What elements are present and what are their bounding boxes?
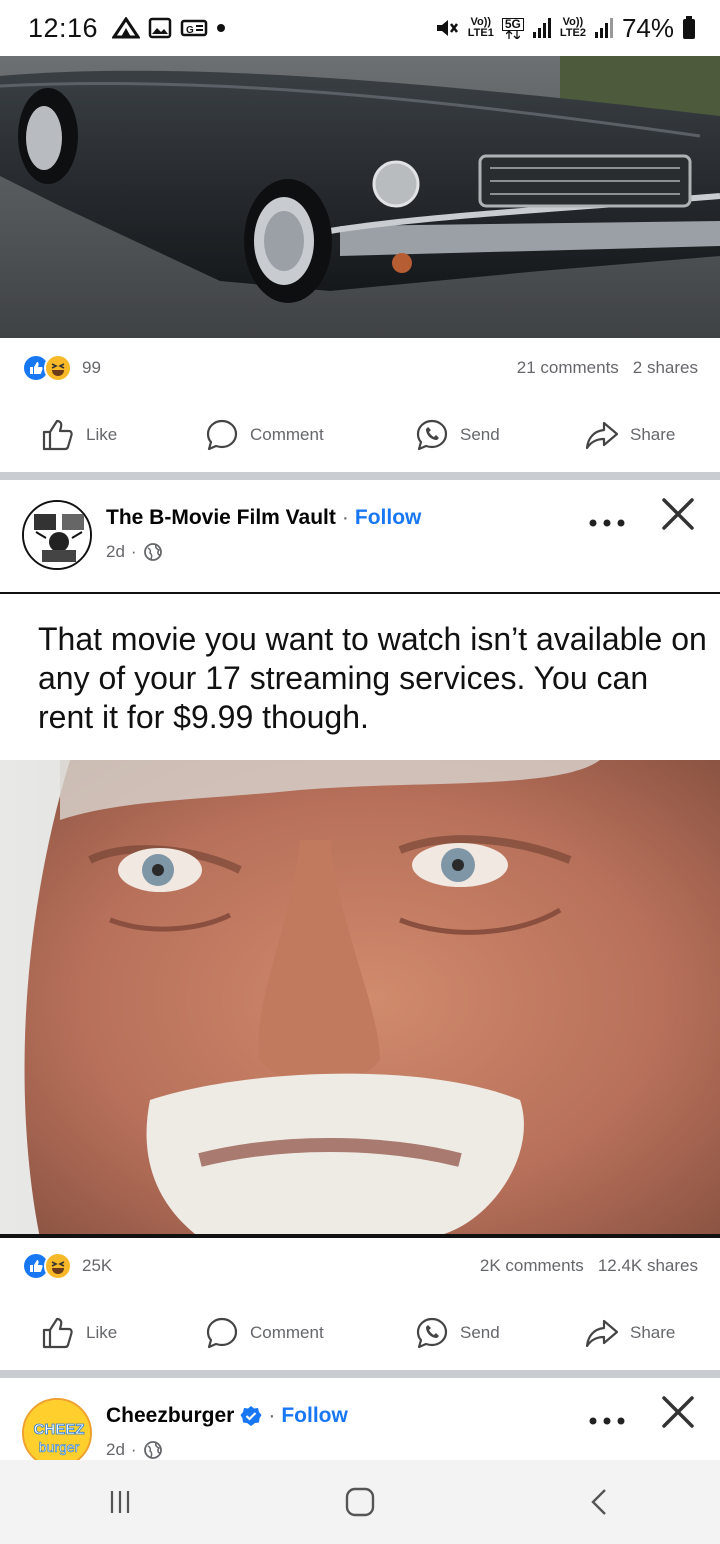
meme-caption: That movie you want to watch isn’t avail…	[38, 621, 707, 735]
post-divider	[0, 1370, 720, 1378]
post1-reaction-count: 99	[82, 358, 101, 377]
post1-share-label: Share	[630, 425, 676, 444]
gallery-icon	[148, 17, 172, 39]
post3-follow-button[interactable]: Follow	[281, 1404, 348, 1428]
post3-hide-button[interactable]	[658, 1392, 698, 1432]
post3-more-options-button[interactable]	[588, 1402, 626, 1433]
avatar-text-bottom: burger	[39, 1439, 80, 1455]
back-button[interactable]	[560, 1472, 640, 1532]
like-icon	[42, 419, 73, 451]
post1-like-label: Like	[86, 425, 118, 444]
post1-comment-label: Comment	[250, 425, 324, 444]
post2-like-label: Like	[86, 1323, 118, 1342]
lte2-label: LTE2	[559, 27, 586, 39]
back-icon	[591, 1489, 606, 1515]
share-icon	[585, 421, 619, 450]
haha-reaction-icon	[44, 1252, 72, 1280]
post3-avatar[interactable]: CHEEZ burger	[22, 1398, 92, 1468]
post2-reaction-count: 25K	[82, 1256, 113, 1275]
post2-dot-separator: ·	[341, 506, 349, 529]
post2-page-name[interactable]: The B-Movie Film Vault	[106, 506, 336, 530]
bmovie-logo-icon	[24, 502, 90, 568]
post2-comments-count[interactable]: 2K comments	[480, 1256, 584, 1276]
home-button[interactable]	[320, 1472, 400, 1532]
post2-follow-button[interactable]: Follow	[355, 506, 422, 530]
post1-reaction-icons[interactable]: 99	[22, 354, 101, 382]
close-icon	[662, 498, 694, 530]
mute-icon	[436, 20, 458, 36]
post2-hide-button[interactable]	[658, 494, 698, 534]
send-icon	[416, 419, 448, 451]
post3-dot-separator: ·	[268, 1404, 276, 1427]
share-icon	[585, 1319, 619, 1348]
post2-send-label: Send	[460, 1323, 500, 1342]
post2-shares-count[interactable]: 12.4K shares	[598, 1256, 698, 1276]
post2-meta-dot: ·	[130, 542, 137, 561]
comment-icon	[206, 1317, 238, 1349]
post3-meta-dot: ·	[130, 1440, 137, 1459]
like-icon	[42, 1317, 73, 1349]
status-time: 12:16	[28, 12, 99, 43]
post2-header: The B-Movie Film Vault · Follow 2d ·	[0, 480, 720, 590]
face-photo	[0, 760, 720, 1234]
5g-label: 5G	[501, 17, 524, 31]
send-icon	[416, 1317, 448, 1349]
post-divider	[0, 472, 720, 480]
close-icon	[662, 1396, 694, 1428]
post2-reactions-row: 25K 2K comments 12.4K shares	[0, 1236, 720, 1296]
post2-share-label: Share	[630, 1323, 676, 1342]
post1-actions-row: Like Comment Send Share	[0, 400, 720, 470]
svg-text:G: G	[186, 25, 194, 36]
post2-comment-button[interactable]: Comment	[204, 1315, 324, 1351]
home-icon	[345, 1487, 375, 1517]
meme-face-photo	[0, 760, 720, 1234]
recent-apps-icon	[110, 1491, 130, 1513]
notification-dot-icon	[217, 24, 226, 32]
post2-actions-row: Like Comment Send Share	[0, 1298, 720, 1368]
post3-page-name[interactable]: Cheezburger	[106, 1404, 234, 1428]
post2-reaction-icons[interactable]: 25K	[22, 1252, 112, 1280]
car-photo	[0, 56, 720, 338]
signal-icon-2	[594, 18, 613, 38]
post1-share-button[interactable]: Share	[584, 417, 675, 453]
post2-timestamp[interactable]: 2d	[106, 542, 125, 562]
status-bar: 12:16 G Vo)) LTE1 5G Vo)) LTE2 74%	[0, 0, 720, 56]
post2-avatar[interactable]	[22, 500, 92, 570]
lte1-label: LTE1	[467, 27, 494, 39]
post1-shares-count[interactable]: 2 shares	[633, 358, 698, 378]
post3-timestamp[interactable]: 2d	[106, 1440, 125, 1460]
post2-comment-label: Comment	[250, 1323, 324, 1342]
post2-like-button[interactable]: Like	[40, 1315, 117, 1351]
post-image-car[interactable]	[0, 56, 720, 338]
verified-badge-icon	[240, 1406, 262, 1426]
post2-more-options-button[interactable]	[588, 504, 626, 535]
avatar-text-top: CHEEZ	[34, 1421, 85, 1438]
system-nav-bar	[0, 1460, 720, 1544]
battery-icon	[683, 16, 695, 39]
post2-send-button[interactable]: Send	[414, 1315, 500, 1351]
post1-comments-count[interactable]: 21 comments	[517, 358, 619, 378]
recent-apps-button[interactable]	[80, 1472, 160, 1532]
cheezburger-logo-icon: CHEEZ burger	[24, 1400, 90, 1466]
post1-send-label: Send	[460, 425, 500, 444]
comment-icon	[206, 419, 238, 451]
more-icon	[589, 519, 625, 527]
alert-icon	[112, 17, 141, 39]
game-icon: G	[180, 19, 208, 37]
post1-like-button[interactable]: Like	[40, 417, 117, 453]
post1-reactions-row: 99 21 comments 2 shares	[0, 338, 720, 398]
data-arrows-icon	[505, 30, 520, 39]
signal-icon-1	[532, 18, 551, 38]
globe-icon	[143, 1441, 162, 1459]
post1-send-button[interactable]: Send	[414, 417, 500, 453]
more-icon	[589, 1417, 625, 1425]
battery-level: 74%	[621, 12, 674, 43]
post2-meme-image[interactable]: That movie you want to watch isn’t avail…	[0, 592, 720, 1238]
globe-icon	[143, 543, 162, 561]
post1-comment-button[interactable]: Comment	[204, 417, 324, 453]
haha-reaction-icon	[44, 354, 72, 382]
post2-share-button[interactable]: Share	[584, 1315, 675, 1351]
